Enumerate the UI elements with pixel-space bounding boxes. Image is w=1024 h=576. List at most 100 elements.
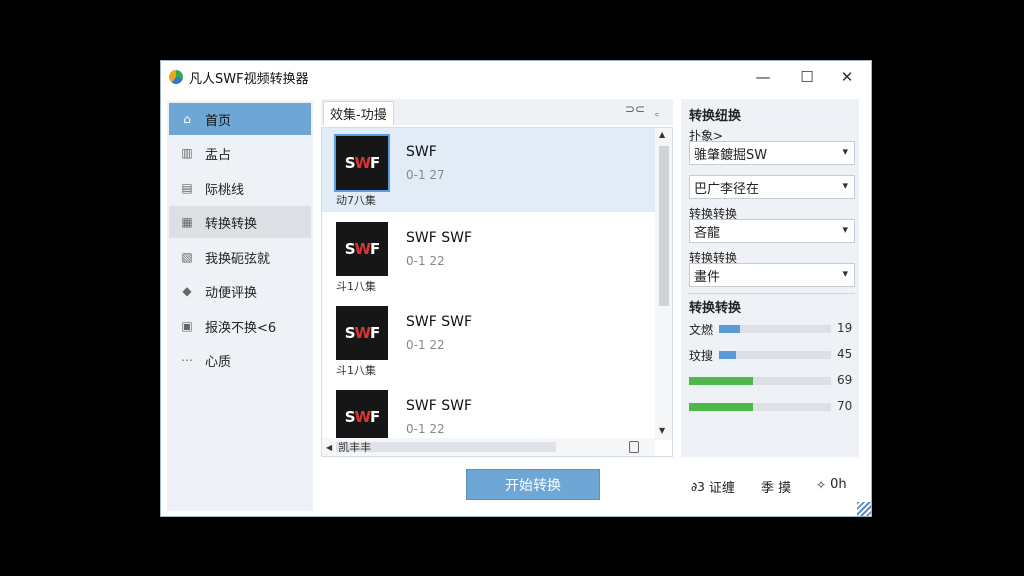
settings-panel: 转换纽换 扑象> 骓肇鍍掘SW ▾ 巴广李径在 ▾ 转换转换 吝龍 ▾ 转换转换 畫件…: [681, 99, 859, 457]
swf-thumbnail: SWF: [336, 390, 388, 444]
sidebar-item-label: 我换砈弦就: [205, 251, 271, 267]
sidebar: ⌂ 首页 ▥ 盂占 ▤ 际桃线 ▦ 转换转换 ▧ 我换砈弦就 ◆ 动便评换 ▣ …: [167, 101, 313, 511]
file-meta: 0-1 27: [406, 168, 445, 182]
file-name: SWF SWF: [406, 314, 473, 330]
close-button[interactable]: ✕: [827, 61, 867, 93]
home-icon: ⌂: [183, 112, 191, 126]
progress-label: 文燃: [689, 323, 714, 337]
divider: [687, 293, 855, 294]
sidebar-item-label: 动便评换: [205, 285, 258, 301]
list-item[interactable]: SWF 动7八集 SWF 0-1 27: [322, 128, 655, 212]
sidebar-item-label: 转换转换: [205, 216, 258, 232]
progress-fill: [719, 325, 741, 333]
horizontal-scrollbar[interactable]: ◀ 凯丰丰: [322, 438, 655, 456]
sidebar-item-home[interactable]: ⌂ 首页: [169, 103, 311, 135]
sidebar-item-label: 首页: [205, 113, 232, 129]
progress-label: 玟搜: [689, 349, 714, 363]
list-item[interactable]: SWF 斗1八集 SWF SWF 0-1 22: [322, 214, 655, 298]
thumbnail-caption: 动7八集: [336, 194, 376, 207]
hscroll-box-icon[interactable]: [629, 441, 639, 453]
file-name: SWF SWF: [406, 398, 473, 414]
chevron-down-icon: ▾: [842, 179, 848, 192]
link-icon: ∂3: [691, 479, 705, 494]
vertical-scrollbar[interactable]: ▲ ▼: [655, 128, 672, 440]
maximize-button[interactable]: ☐: [787, 61, 827, 93]
chevron-down-icon: ▾: [842, 223, 848, 236]
progress-row: 玟搜 45: [689, 347, 855, 363]
sidebar-item-6[interactable]: ◆ 动便评换: [169, 275, 311, 307]
start-convert-button[interactable]: 开始转换: [466, 469, 600, 500]
sidebar-item-7[interactable]: ▣ 报涣不换<6: [169, 310, 311, 342]
minimize-button[interactable]: —: [743, 61, 783, 93]
sidebar-item-8[interactable]: ⋯ 心质: [169, 344, 311, 376]
progress-track: [719, 351, 831, 359]
hscroll-label: 凯丰丰: [338, 441, 372, 454]
select-preset[interactable]: 巴广李径在 ▾: [689, 175, 855, 199]
thumbnail-caption: 斗1八集: [336, 364, 376, 377]
scroll-left-icon[interactable]: ◀: [326, 443, 332, 452]
sidebar-item-label: 盂占: [205, 147, 232, 163]
action-label: 0h: [830, 477, 847, 492]
resize-grip-icon[interactable]: [857, 502, 871, 516]
progress-value: 19: [837, 321, 853, 335]
action-label: 证缠: [708, 481, 735, 496]
second-action-button[interactable]: 季 摸: [761, 477, 791, 496]
select-resolution[interactable]: 畫件 ▾: [689, 263, 855, 287]
folder-icon: ▣: [181, 319, 193, 333]
link-action-button[interactable]: ∂3 证缠: [691, 477, 735, 497]
sidebar-item-3[interactable]: ▤ 际桃线: [169, 172, 311, 204]
document-icon: ▦: [181, 215, 193, 229]
title-bar[interactable]: 凡人SWF视频转换器 — ☐ ✕: [161, 61, 871, 93]
dots-icon: ⋯: [181, 353, 193, 367]
chevron-down-icon: ▾: [842, 267, 848, 280]
sidebar-item-label: 报涣不换<6: [205, 320, 277, 336]
select-output-format[interactable]: 骓肇鍍掘SW ▾: [689, 141, 855, 165]
trash-icon: ▥: [181, 146, 193, 160]
section-title-convert-settings: 转换纽换: [689, 109, 742, 124]
swf-thumbnail: SWF: [334, 134, 390, 192]
progress-fill: [689, 403, 753, 411]
thumbnail-caption: 斗1八集: [336, 280, 376, 293]
sidebar-item-label: 际桃线: [205, 182, 245, 198]
settings-action-button[interactable]: ✧ 0h: [816, 477, 847, 492]
progress-row: 文燃 19: [689, 321, 855, 337]
file-name: SWF: [406, 144, 437, 160]
progress-track: [689, 377, 831, 385]
action-label: 季 摸: [761, 481, 792, 496]
file-name: SWF SWF: [406, 230, 473, 246]
list-item[interactable]: SWF 斗1八集 SWF SWF 0-1 22: [322, 298, 655, 382]
progress-fill: [689, 377, 753, 385]
sidebar-item-2[interactable]: ▥ 盂占: [169, 137, 311, 169]
sidebar-item-5[interactable]: ▧ 我换砈弦就: [169, 241, 311, 273]
file-meta: 0-1 22: [406, 338, 445, 352]
file-meta: 0-1 22: [406, 254, 445, 268]
progress-track: [719, 325, 831, 333]
scrollbar-thumb[interactable]: [659, 146, 669, 306]
file-meta: 0-1 22: [406, 422, 445, 436]
sidebar-item-label: 心质: [205, 354, 232, 370]
section-title-progress: 转换转换: [689, 301, 742, 316]
progress-row: 69: [689, 373, 855, 389]
select-quality[interactable]: 吝龍 ▾: [689, 219, 855, 243]
progress-row: 70: [689, 399, 855, 415]
tab-file-list[interactable]: 效集-功摱: [323, 101, 394, 125]
file-panel: 效集-功摱 ⊃⊂ ꜀ SWF 动7八集 SWF 0-1 27 SWF 斗1八集 …: [321, 99, 673, 457]
swf-thumbnail: SWF: [336, 306, 388, 360]
progress-track: [689, 403, 831, 411]
settings-icon: ✧: [816, 477, 827, 492]
progress-value: 45: [837, 347, 853, 361]
scroll-up-icon[interactable]: ▲: [659, 130, 665, 139]
edit-icon: ▧: [181, 250, 193, 264]
swf-thumbnail: SWF: [336, 222, 388, 276]
sidebar-item-convert[interactable]: ▦ 转换转换: [169, 206, 311, 238]
scroll-down-icon[interactable]: ▼: [659, 426, 665, 435]
tag-icon: ◆: [182, 284, 192, 298]
file-list[interactable]: SWF 动7八集 SWF 0-1 27 SWF 斗1八集 SWF SWF 0-1…: [321, 127, 673, 457]
file-icon: ▤: [181, 181, 193, 195]
app-logo-icon: [169, 70, 183, 84]
refresh-icon[interactable]: ꜀: [655, 102, 659, 119]
app-window: 凡人SWF视频转换器 — ☐ ✕ ⌂ 首页 ▥ 盂占 ▤ 际桃线 ▦ 转换转换 …: [160, 60, 872, 517]
collapse-icon[interactable]: ⊃⊂: [625, 102, 645, 116]
window-title: 凡人SWF视频转换器: [189, 71, 309, 87]
tab-bar: 效集-功摱 ⊃⊂ ꜀: [321, 99, 673, 125]
